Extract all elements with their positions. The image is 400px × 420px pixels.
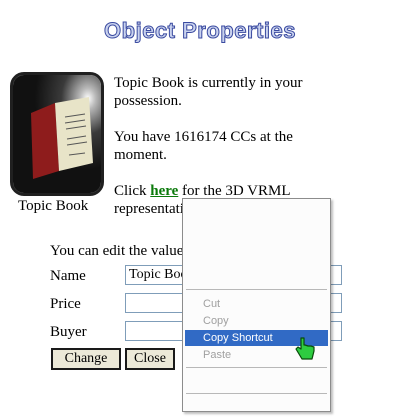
name-label: Name	[50, 268, 86, 284]
edit-text: You can edit the values	[50, 243, 190, 259]
price-label: Price	[50, 296, 81, 312]
menu-separator	[186, 393, 327, 394]
credits-text: You have 1616174 CCs at the moment.	[114, 129, 293, 163]
object-thumbnail	[10, 72, 104, 196]
change-button[interactable]: Change	[51, 348, 121, 370]
menu-item-copy[interactable]: Copy	[185, 313, 328, 329]
book-icon	[13, 75, 101, 193]
menu-separator	[186, 289, 327, 290]
page-title: Object Properties	[104, 18, 296, 44]
menu-separator	[186, 367, 327, 368]
context-menu: Cut Copy Copy Shortcut Paste	[182, 198, 331, 412]
hand-pointer-icon	[295, 337, 315, 360]
close-button[interactable]: Close	[125, 348, 175, 370]
object-caption: Topic Book	[18, 198, 89, 214]
vrml-prefix: Click	[114, 183, 151, 199]
possession-text: Topic Book is currently in your possessi…	[114, 75, 303, 109]
menu-item-cut[interactable]: Cut	[185, 296, 328, 312]
vrml-link[interactable]: here	[150, 183, 178, 199]
buyer-label: Buyer	[50, 324, 87, 340]
